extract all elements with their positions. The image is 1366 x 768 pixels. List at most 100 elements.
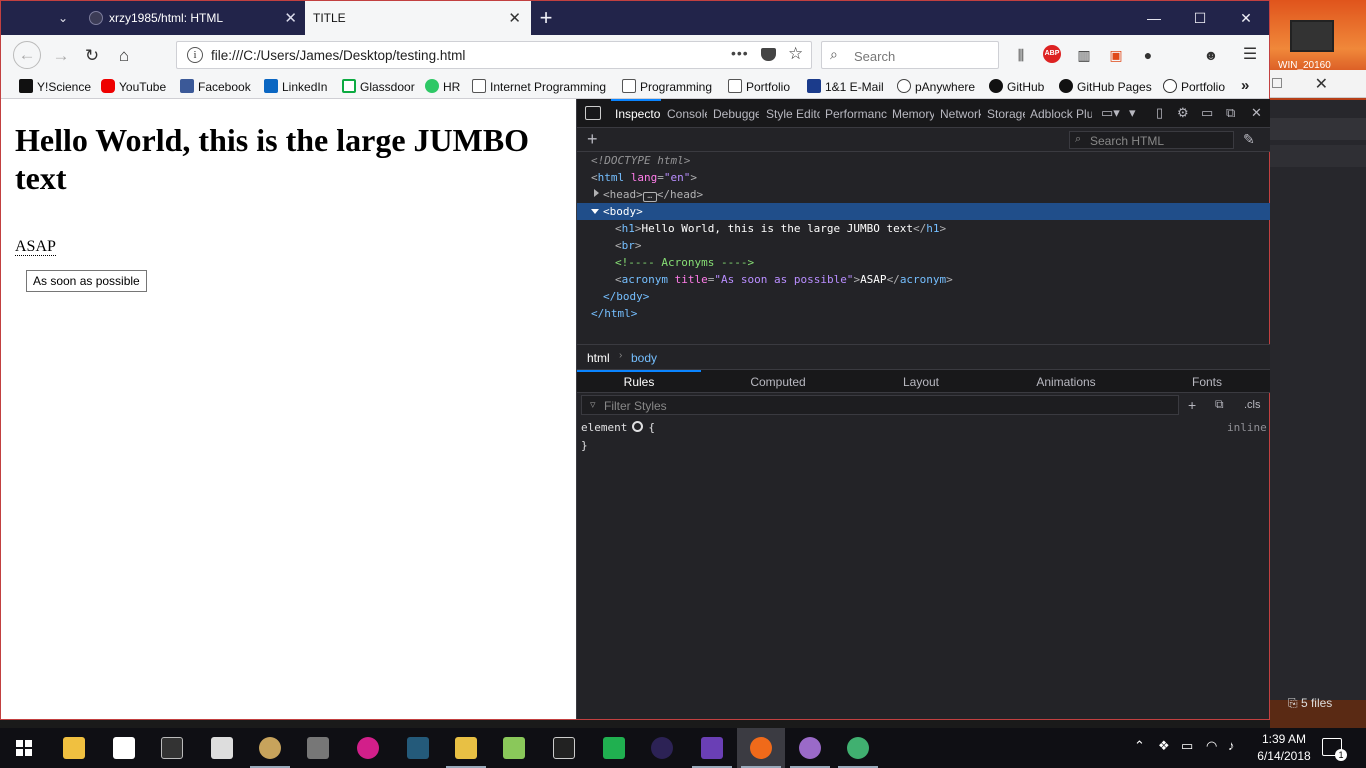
gimp-icon[interactable] [294,728,342,768]
bookmark-item[interactable]: GitHub Pages [1059,79,1152,95]
mysql-workbench-icon[interactable] [394,728,442,768]
close-tab-icon[interactable]: ✕ [508,9,521,27]
responsive-design-icon[interactable]: ▯ [1156,105,1163,121]
tab-adblock-plus[interactable]: Adblock Plus [1030,107,1092,121]
search-input[interactable]: ⌕ Search [821,41,999,69]
minimize-button[interactable]: — [1131,1,1177,35]
markup-node-head[interactable]: <head>… </head> [594,186,703,203]
address-bar[interactable]: i file:///C:/Users/James/Desktop/testing… [176,41,812,69]
tab-memory[interactable]: Memory [892,107,934,121]
tab-storage[interactable]: Storage [987,107,1025,121]
markup-node-body-close[interactable]: </body> [603,288,649,305]
extension-icon[interactable]: ● [1138,45,1158,65]
new-tab-button[interactable]: + [535,5,557,31]
action-center-icon[interactable]: 1 [1322,738,1347,761]
maximize-button[interactable]: ☐ [1177,1,1223,35]
visual-studio-icon[interactable] [688,728,736,768]
breadcrumb-body[interactable]: body [631,351,657,365]
node-highlight-icon[interactable] [632,421,644,432]
bookmark-item[interactable]: 1&1 E-Mail [807,79,884,95]
more-tools-chevron-icon[interactable]: ▾ [1129,105,1136,121]
unity-icon[interactable] [540,728,588,768]
url-text[interactable]: file:///C:/Users/James/Desktop/testing.h… [211,48,465,63]
tab-title-page[interactable]: TITLE ✕ [305,1,531,35]
file-explorer-icon[interactable] [50,728,98,768]
markup-node-acronym[interactable]: <acronym title="As soon as possible">ASA… [615,271,953,288]
search-html-input[interactable]: ⌕ Search HTML [1069,131,1234,149]
eyedropper-icon[interactable]: ✎ [1243,131,1255,148]
battery-icon[interactable]: ▭ [1181,738,1193,754]
wifi-icon[interactable]: ◠ [1206,738,1217,754]
github-desktop-icon[interactable] [786,728,834,768]
css-rule-element[interactable]: element{ inline [581,421,1271,434]
acronym-text[interactable]: ASAP [15,239,56,256]
tab-computed[interactable]: Computed [718,375,838,389]
tab-network[interactable]: Network [940,107,981,121]
eclipse-icon[interactable] [638,728,686,768]
bookmark-folder[interactable]: Internet Programming [472,79,606,95]
home-button[interactable]: ⌂ [111,43,137,69]
add-node-icon[interactable]: + [587,129,598,150]
desktop-file-thumbnail[interactable] [1290,20,1334,52]
element-picker-icon[interactable] [585,106,601,120]
markup-node-body[interactable]: <body> [577,203,1270,220]
collapsed-ellipsis-icon[interactable]: … [642,192,657,202]
firefox-icon[interactable] [737,728,785,768]
markup-node-br[interactable]: <br> [615,237,642,254]
paint-icon[interactable] [246,728,294,768]
tab-list-chevron-icon[interactable]: ⌄ [47,1,79,35]
tab-performance[interactable]: Performance [825,107,887,121]
settings-gear-icon[interactable]: ⚙ [1177,105,1189,121]
menu-icon[interactable]: ☰ [1240,45,1260,65]
dock-bottom-icon[interactable]: ▭ [1201,105,1213,121]
system-clock[interactable]: 1:39 AM 6/14/2018 [1254,731,1314,765]
calculator-icon[interactable] [198,728,246,768]
toggle-pseudo-class-icon[interactable]: ⧉ [1215,397,1224,412]
explorer-folder-icon[interactable] [442,728,490,768]
bookmark-item[interactable]: HR [425,79,460,95]
close-tab-icon[interactable]: ✕ [284,9,297,27]
markup-node-html[interactable]: <html lang="en"> [591,169,697,186]
back-button[interactable]: ← [13,41,41,69]
breadcrumb-html[interactable]: html [587,351,610,365]
collapse-triangle-icon[interactable] [591,209,599,214]
notepad-plus-icon[interactable] [490,728,538,768]
markup-node-h1[interactable]: <h1>Hello World, this is the large JUMBO… [615,220,946,237]
expand-triangle-icon[interactable] [594,189,599,197]
tab-console[interactable]: Console [667,107,707,121]
show-hidden-icons-chevron-icon[interactable]: ⌃ [1134,738,1145,754]
close-icon[interactable]: ✕ [1315,74,1328,94]
tab-debugger[interactable]: Debugger [713,107,759,121]
bookmark-folder[interactable]: Portfolio [728,79,790,95]
bookmark-item[interactable]: Y!Science [19,79,91,95]
markup-node-comment[interactable]: <!---- Acronyms ----> [615,254,754,271]
bookmark-item[interactable]: Portfolio [1163,79,1225,95]
pycharm-icon[interactable] [590,728,638,768]
bookmark-item[interactable]: pAnywhere [897,79,975,95]
bookmarks-overflow-icon[interactable]: » [1241,77,1249,94]
tab-style-editor[interactable]: Style Editor [766,107,820,121]
maximize-icon[interactable] [1272,78,1282,88]
forward-button[interactable]: → [48,43,74,69]
close-devtools-icon[interactable]: ✕ [1251,105,1262,121]
rule-source[interactable]: inline [1227,421,1267,434]
dropbox-icon[interactable] [100,728,148,768]
adblock-plus-icon[interactable]: ABP [1043,45,1061,63]
close-window-button[interactable]: ✕ [1223,1,1269,35]
terminal-icon[interactable] [148,728,196,768]
markup-node-html-close[interactable]: </html> [591,305,637,322]
filter-styles-input[interactable]: ▿ Filter Styles [581,395,1179,415]
tab-animations[interactable]: Animations [1006,375,1126,389]
bookmark-star-icon[interactable]: ☆ [788,44,803,64]
bookmark-item[interactable]: Facebook [180,79,251,95]
tab-layout[interactable]: Layout [861,375,981,389]
sidebar-icon[interactable]: ▥ [1074,45,1094,65]
add-rule-icon[interactable]: + [1188,397,1196,413]
volume-icon[interactable]: ♪ [1228,738,1235,753]
screenshot-icon[interactable]: ▣ [1106,45,1126,65]
site-info-icon[interactable]: i [187,47,203,63]
tab-github[interactable]: xrzy1985/html: HTML ✕ [81,1,307,35]
tab-inspector[interactable]: Inspector [615,107,661,121]
tab-rules[interactable]: Rules [579,375,699,389]
bookmark-item[interactable]: LinkedIn [264,79,327,95]
